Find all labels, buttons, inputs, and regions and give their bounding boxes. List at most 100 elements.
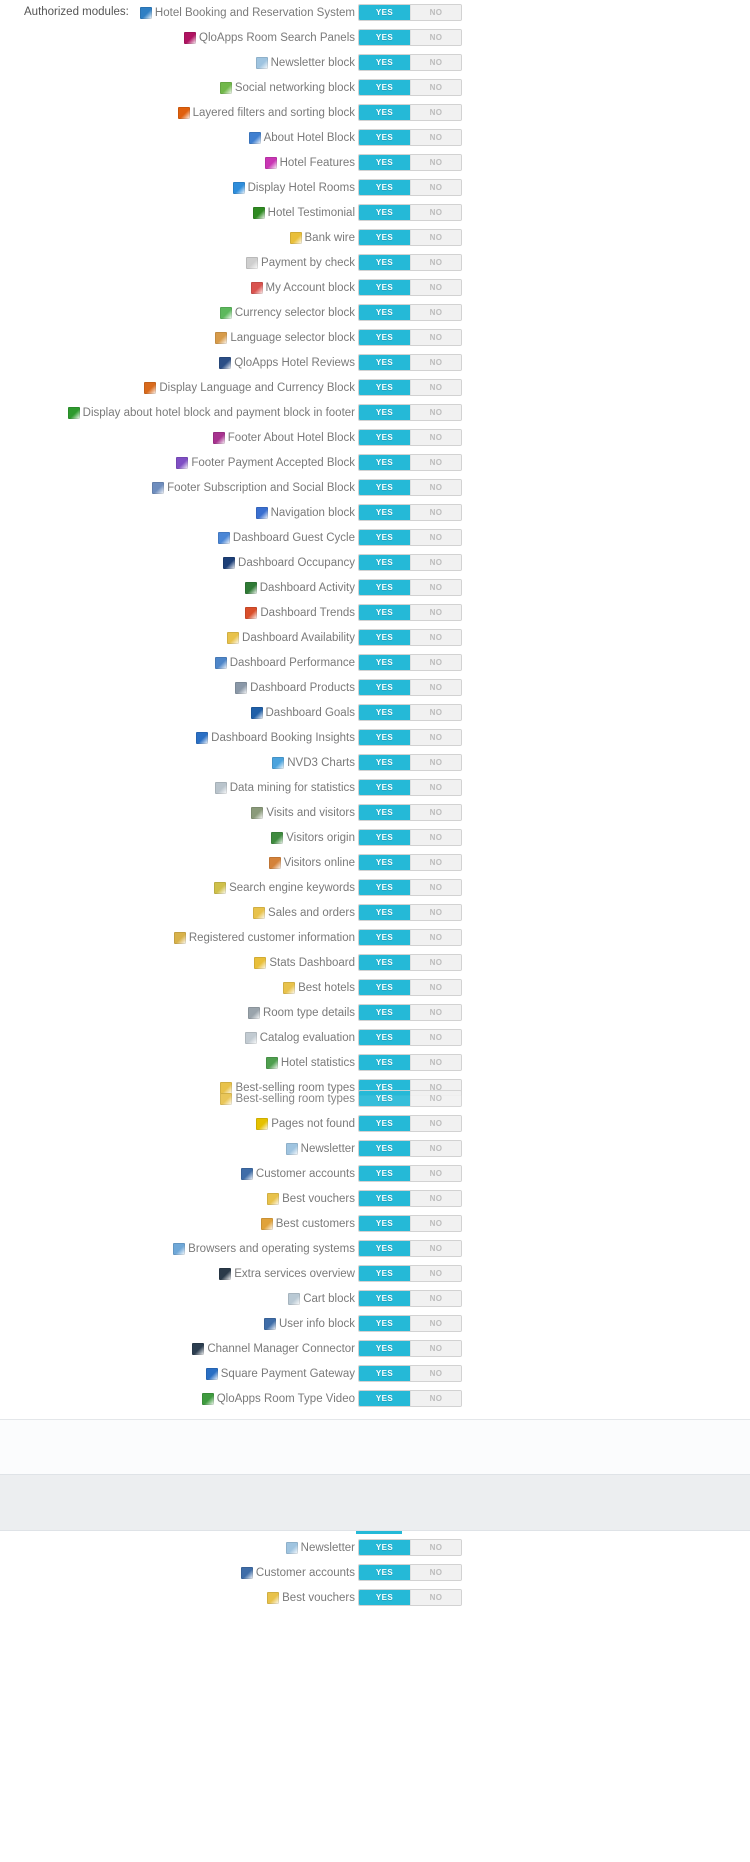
toggle-no-option[interactable]: NO: [410, 1590, 461, 1605]
toggle-yes-option[interactable]: YES: [359, 180, 410, 195]
toggle-yes-option[interactable]: YES: [359, 105, 410, 120]
toggle-no-option[interactable]: NO: [410, 405, 461, 420]
toggle-no-option[interactable]: NO: [410, 755, 461, 770]
module-toggle[interactable]: YES NO: [358, 554, 462, 571]
module-toggle[interactable]: YES NO: [358, 979, 462, 996]
toggle-no-option[interactable]: NO: [410, 1391, 461, 1406]
module-toggle[interactable]: YES NO: [358, 454, 462, 471]
toggle-no-option[interactable]: NO: [410, 1005, 461, 1020]
toggle-no-option[interactable]: NO: [410, 805, 461, 820]
toggle-yes-option[interactable]: YES: [359, 1091, 410, 1106]
toggle-yes-option[interactable]: YES: [359, 1316, 410, 1331]
toggle-yes-option[interactable]: YES: [359, 155, 410, 170]
module-toggle[interactable]: YES NO: [358, 729, 462, 746]
toggle-yes-option[interactable]: YES: [359, 605, 410, 620]
toggle-no-option[interactable]: NO: [410, 430, 461, 445]
module-toggle[interactable]: YES NO: [358, 254, 462, 271]
toggle-no-option[interactable]: NO: [410, 1055, 461, 1070]
toggle-yes-option[interactable]: YES: [359, 830, 410, 845]
toggle-yes-option[interactable]: YES: [359, 1141, 410, 1156]
toggle-yes-option[interactable]: YES: [359, 1191, 410, 1206]
module-toggle[interactable]: YES NO: [358, 704, 462, 721]
toggle-no-option[interactable]: NO: [410, 330, 461, 345]
toggle-yes-option[interactable]: YES: [359, 1055, 410, 1070]
toggle-no-option[interactable]: NO: [410, 1366, 461, 1381]
toggle-yes-option[interactable]: YES: [359, 580, 410, 595]
toggle-yes-option[interactable]: YES: [359, 855, 410, 870]
toggle-no-option[interactable]: NO: [410, 655, 461, 670]
toggle-no-option[interactable]: NO: [410, 855, 461, 870]
module-toggle[interactable]: YES NO: [358, 1165, 462, 1182]
toggle-yes-option[interactable]: YES: [359, 205, 410, 220]
toggle-yes-option[interactable]: YES: [359, 1391, 410, 1406]
toggle-yes-option[interactable]: YES: [359, 730, 410, 745]
module-toggle[interactable]: YES NO: [358, 154, 462, 171]
toggle-yes-option[interactable]: YES: [359, 505, 410, 520]
module-toggle[interactable]: YES NO: [358, 1315, 462, 1332]
module-toggle[interactable]: YES NO: [358, 354, 462, 371]
toggle-no-option[interactable]: NO: [410, 630, 461, 645]
toggle-no-option[interactable]: NO: [410, 1540, 461, 1555]
module-toggle[interactable]: YES NO: [358, 954, 462, 971]
module-toggle[interactable]: YES NO: [358, 1539, 462, 1556]
toggle-yes-option[interactable]: YES: [359, 1166, 410, 1181]
module-toggle[interactable]: YES NO: [358, 1215, 462, 1232]
toggle-no-option[interactable]: NO: [410, 305, 461, 320]
toggle-yes-option[interactable]: YES: [359, 80, 410, 95]
toggle-no-option[interactable]: NO: [410, 605, 461, 620]
toggle-no-option[interactable]: NO: [410, 680, 461, 695]
toggle-no-option[interactable]: NO: [410, 280, 461, 295]
module-toggle[interactable]: YES NO: [358, 1029, 462, 1046]
toggle-yes-option[interactable]: YES: [359, 1590, 410, 1605]
module-toggle[interactable]: YES NO: [358, 679, 462, 696]
toggle-yes-option[interactable]: YES: [359, 655, 410, 670]
module-toggle[interactable]: YES NO: [358, 929, 462, 946]
module-toggle[interactable]: YES NO: [358, 54, 462, 71]
module-toggle[interactable]: YES NO: [358, 629, 462, 646]
toggle-yes-option[interactable]: YES: [359, 130, 410, 145]
module-toggle[interactable]: YES NO: [358, 904, 462, 921]
toggle-yes-option[interactable]: YES: [359, 530, 410, 545]
toggle-no-option[interactable]: NO: [410, 1216, 461, 1231]
toggle-yes-option[interactable]: YES: [359, 480, 410, 495]
toggle-yes-option[interactable]: YES: [359, 1565, 410, 1580]
module-toggle[interactable]: YES NO: [358, 1090, 462, 1107]
module-toggle[interactable]: YES NO: [358, 1340, 462, 1357]
module-toggle[interactable]: YES NO: [358, 879, 462, 896]
toggle-no-option[interactable]: NO: [410, 480, 461, 495]
toggle-yes-option[interactable]: YES: [359, 455, 410, 470]
module-toggle[interactable]: YES NO: [358, 229, 462, 246]
module-toggle[interactable]: YES NO: [358, 1115, 462, 1132]
toggle-yes-option[interactable]: YES: [359, 380, 410, 395]
module-toggle[interactable]: YES NO: [358, 204, 462, 221]
module-toggle[interactable]: YES NO: [358, 279, 462, 296]
toggle-yes-option[interactable]: YES: [359, 355, 410, 370]
toggle-no-option[interactable]: NO: [410, 1030, 461, 1045]
toggle-no-option[interactable]: NO: [410, 1341, 461, 1356]
module-toggle[interactable]: YES NO: [358, 4, 462, 21]
toggle-yes-option[interactable]: YES: [359, 30, 410, 45]
toggle-no-option[interactable]: NO: [410, 1565, 461, 1580]
toggle-yes-option[interactable]: YES: [359, 1366, 410, 1381]
toggle-yes-option[interactable]: YES: [359, 5, 410, 20]
module-toggle[interactable]: YES NO: [358, 654, 462, 671]
module-toggle[interactable]: YES NO: [358, 829, 462, 846]
toggle-no-option[interactable]: NO: [410, 580, 461, 595]
toggle-yes-option[interactable]: YES: [359, 780, 410, 795]
module-toggle[interactable]: YES NO: [358, 104, 462, 121]
toggle-no-option[interactable]: NO: [410, 705, 461, 720]
toggle-no-option[interactable]: NO: [410, 180, 461, 195]
toggle-yes-option[interactable]: YES: [359, 705, 410, 720]
toggle-yes-option[interactable]: YES: [359, 880, 410, 895]
module-toggle[interactable]: YES NO: [358, 129, 462, 146]
toggle-no-option[interactable]: NO: [410, 255, 461, 270]
toggle-yes-option[interactable]: YES: [359, 555, 410, 570]
toggle-no-option[interactable]: NO: [410, 380, 461, 395]
toggle-no-option[interactable]: NO: [410, 5, 461, 20]
toggle-yes-option[interactable]: YES: [359, 1005, 410, 1020]
toggle-yes-option[interactable]: YES: [359, 955, 410, 970]
module-toggle[interactable]: YES NO: [358, 404, 462, 421]
toggle-no-option[interactable]: NO: [410, 730, 461, 745]
module-toggle[interactable]: YES NO: [358, 504, 462, 521]
toggle-yes-option[interactable]: YES: [359, 680, 410, 695]
